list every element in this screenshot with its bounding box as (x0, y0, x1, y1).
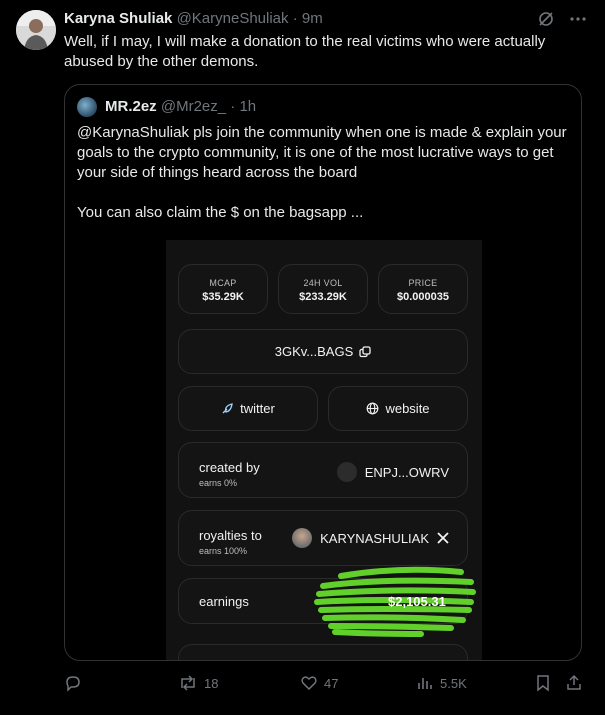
created-by-title: created by (199, 460, 260, 475)
share-button[interactable] (565, 674, 583, 692)
like-count: 47 (324, 675, 339, 691)
royalties-username: KARYNASHULIAK (320, 530, 429, 546)
stat-value: $35.29K (202, 291, 244, 303)
royalties-avatar (292, 528, 313, 548)
earnings-title: earnings (199, 594, 249, 609)
x-logo-icon (437, 532, 449, 544)
website-link-button[interactable]: website (328, 386, 468, 431)
bookmark-button[interactable] (534, 674, 552, 692)
tweet-header: Karyna Shuliak @KaryneShuliak · 9m (64, 9, 323, 29)
quoted-paragraph-2: You can also claim the $ on the bagsapp … (77, 204, 364, 221)
dot-separator: · (292, 10, 298, 27)
bagsapp-screenshot[interactable]: MCAP $35.29K 24H VOL $233.29K PRICE $0.0… (166, 240, 482, 660)
contract-address-button[interactable]: 3GKv...BAGS (178, 329, 468, 374)
top-right-icons (537, 10, 587, 28)
retweet-icon (178, 674, 198, 692)
stat-card-24h-vol: 24H VOL $233.29K (278, 264, 368, 314)
website-label: website (385, 401, 430, 416)
creator-address: ENPJ...OWRV (364, 464, 449, 480)
reply-icon (64, 674, 82, 692)
quoted-author-handle[interactable]: @Mr2ez_ (161, 98, 226, 115)
creator-info[interactable]: ENPJ...OWRV (336, 462, 449, 482)
created-by-sub: earns 0% (199, 478, 238, 488)
action-bar: 18 47 5.5K (0, 672, 605, 698)
twitter-link-button[interactable]: twitter (178, 386, 318, 431)
retweet-count: 18 (204, 675, 219, 691)
bookmark-icon (534, 674, 552, 692)
earnings-value: $2,105.31 (388, 594, 446, 609)
tweet-text: Well, if I may, I will make a donation t… (64, 33, 546, 70)
twitter-feather-icon (221, 402, 234, 415)
quoted-tweet-text: @KarynaShuliak pls join the community wh… (77, 123, 571, 223)
created-by-card: created by earns 0% ENPJ...OWRV (178, 442, 468, 498)
dot-separator: · (230, 98, 236, 115)
stat-value: $233.29K (299, 291, 347, 303)
quoted-tweet[interactable]: MR.2ez @Mr2ez_ · 1h @KarynaShuliak pls j… (64, 84, 582, 661)
quoted-tweet-time[interactable]: 1h (239, 98, 256, 115)
globe-icon (366, 402, 379, 415)
tweet-time[interactable]: 9m (302, 10, 323, 27)
retweet-button[interactable]: 18 (178, 674, 218, 692)
royalties-title: royalties to (199, 528, 262, 543)
royalties-card: royalties to earns 100% KARYNASHULIAK (178, 510, 468, 566)
stat-label: 24H VOL (303, 278, 343, 288)
views-chart-icon (416, 674, 434, 692)
next-card-partial (178, 644, 468, 660)
twitter-label: twitter (240, 401, 275, 416)
contract-address: 3GKv...BAGS (274, 344, 354, 359)
heart-icon (300, 674, 318, 692)
copy-icon[interactable] (359, 345, 371, 358)
royalties-recipient[interactable]: KARYNASHULIAK (292, 528, 449, 548)
like-button[interactable]: 47 (300, 674, 338, 692)
created-by-labels: created by earns 0% (199, 460, 260, 488)
grok-icon[interactable] (537, 10, 555, 28)
quoted-author-name[interactable]: MR.2ez (105, 98, 157, 115)
more-options-icon[interactable] (569, 10, 587, 28)
stat-label: MCAP (209, 278, 237, 288)
stat-value: $0.000035 (397, 291, 449, 303)
quoted-author-avatar[interactable] (77, 97, 97, 117)
views-count: 5.5K (440, 675, 467, 691)
tweet[interactable]: Karyna Shuliak @KaryneShuliak · 9m Well,… (0, 0, 605, 715)
share-icon (565, 674, 583, 692)
stat-label: PRICE (408, 278, 438, 288)
views-button[interactable]: 5.5K (416, 674, 467, 692)
earnings-labels: earnings (199, 594, 249, 609)
author-avatar[interactable] (16, 10, 56, 50)
royalties-sub: earns 100% (199, 546, 248, 556)
author-handle[interactable]: @KaryneShuliak (177, 10, 289, 27)
stat-card-price: PRICE $0.000035 (378, 264, 468, 314)
creator-avatar (336, 462, 357, 482)
author-name[interactable]: Karyna Shuliak (64, 10, 172, 27)
quoted-paragraph-1: @KarynaShuliak pls join the community wh… (77, 124, 567, 181)
royalties-labels: royalties to earns 100% (199, 528, 262, 556)
reply-button[interactable] (64, 674, 88, 692)
stat-card-mcap: MCAP $35.29K (178, 264, 268, 314)
quoted-tweet-header: MR.2ez @Mr2ez_ · 1h (105, 97, 256, 117)
